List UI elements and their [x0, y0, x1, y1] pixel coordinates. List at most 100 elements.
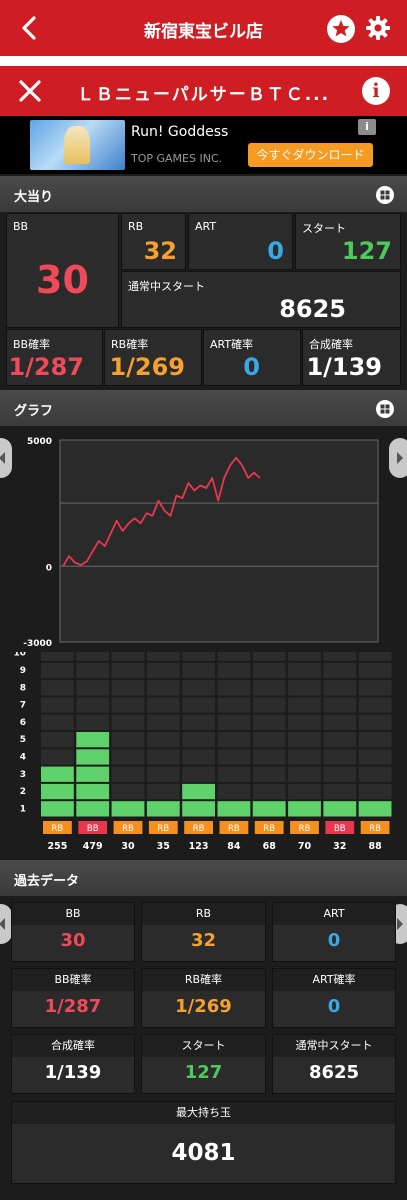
start-label: スタート [302, 222, 346, 235]
ad-info-icon[interactable]: i [358, 119, 376, 135]
past-normal-start-label: 通常中スタート [273, 1035, 395, 1057]
grid-cell [182, 697, 215, 713]
grid-cell [252, 645, 286, 661]
past-total-rate-cell: 合成確率 1/139 [11, 1034, 135, 1094]
total-rate-value: 1/139 [306, 353, 382, 381]
jackpot-section-header: 大当り [0, 176, 407, 212]
games-label: 84 [227, 841, 241, 852]
history-bars: 1 2 3 4 5 6 7 8 9 10 RB 255 BB 479 RB 30 RB 35 RB 123 RB 84 RB… [0, 645, 407, 856]
bb-rate-label: BB確率 [13, 338, 51, 351]
art-rate-value: 0 [243, 353, 260, 381]
grid-cell [111, 732, 145, 748]
jackpot-title: 大当り [14, 190, 54, 205]
grid-cell [111, 697, 145, 713]
grid-cell [252, 783, 286, 800]
grid-cell [323, 645, 357, 661]
history-bar-chart: 12345678910RB255BB479RB30RB35RB123RB84RB… [13, 645, 392, 852]
grid-cell [217, 714, 251, 730]
bar-block [217, 801, 251, 817]
grid-cell [146, 766, 180, 782]
ad-thumbnail[interactable] [30, 120, 125, 170]
normal-start-panel: 通常中スタート 8625 [121, 271, 401, 328]
grid-cell [288, 697, 321, 713]
favorite-star-icon[interactable] [327, 15, 355, 43]
past-max-balls-label: 最大持ち玉 [12, 1102, 395, 1124]
grid-cell [288, 783, 321, 800]
past-bb-rate-value: 1/287 [44, 996, 102, 1017]
past-rb-value: 32 [190, 930, 217, 951]
machine-header: ＬＢニューパルサーＢＴＣ... i [0, 66, 407, 116]
past-rb-label: RB [142, 903, 265, 925]
games-label: 68 [263, 841, 277, 852]
grid-cell [76, 697, 110, 713]
grid-cell [252, 680, 286, 696]
grid-cell [111, 680, 145, 696]
machine-info-icon[interactable]: i [362, 77, 390, 105]
grid-cell [182, 662, 215, 679]
bar-block [323, 801, 357, 817]
y-tick-label: 7 [20, 701, 26, 711]
grid-toggle-icon[interactable] [376, 400, 394, 418]
grid-cell [358, 645, 392, 661]
grid-cell [323, 766, 357, 782]
ad-app-name[interactable]: Run! Goddess [131, 124, 228, 140]
grid-cell [146, 749, 180, 765]
grid-cell [358, 714, 392, 730]
ad-banner[interactable]: Run! Goddess TOP GAMES INC. 今すぐダウンロード i [0, 116, 407, 174]
past-bb-rate-cell: BB確率 1/287 [11, 968, 135, 1028]
grid-cell [146, 783, 180, 800]
grid-cell [288, 714, 321, 730]
grid-cell [76, 680, 110, 696]
bar-block [41, 801, 74, 817]
grid-cell [217, 732, 251, 748]
grid-cell [41, 732, 74, 748]
grid-cell [288, 645, 321, 661]
games-label: 88 [368, 841, 382, 852]
past-rb-cell: RB 32 [141, 902, 266, 962]
past-max-balls-cell: 最大持ち玉 4081 [11, 1101, 396, 1184]
header-gap [0, 56, 407, 66]
normal-start-value: 8625 [279, 295, 346, 323]
bonus-type-label: BB [87, 824, 99, 834]
past-art-rate-value: 0 [327, 996, 341, 1017]
past-art-rate-label: ART確率 [273, 969, 395, 991]
grid-cell [358, 783, 392, 800]
rb-rate-value: 1/269 [109, 353, 185, 381]
grid-cell [182, 714, 215, 730]
art-rate-label: ART確率 [210, 338, 254, 351]
grid-cell [111, 662, 145, 679]
bar-block [41, 783, 74, 800]
ad-download-button[interactable]: 今すぐダウンロード [248, 143, 373, 167]
past-bb-label: BB [12, 903, 134, 925]
bar-block [288, 801, 321, 817]
bonus-type-label: RB [52, 824, 64, 834]
past-total-rate-value: 1/139 [44, 1062, 102, 1083]
next-arrow-icon[interactable] [389, 438, 407, 478]
past-total-rate-label: 合成確率 [12, 1035, 134, 1057]
bonus-type-label: RB [157, 824, 169, 834]
grid-cell [76, 714, 110, 730]
grid-toggle-icon[interactable] [376, 186, 394, 204]
grid-cell [323, 662, 357, 679]
total-rate-panel: 合成確率 1/139 [302, 329, 401, 386]
machine-name: ＬＢニューパルサーＢＴＣ... [76, 85, 331, 105]
grid-cell [182, 732, 215, 748]
grid-cell [358, 680, 392, 696]
grid-cell [323, 697, 357, 713]
grid-cell [358, 662, 392, 679]
past-art-cell: ART 0 [272, 902, 396, 962]
grid-cell [41, 749, 74, 765]
past-data-title: 過去データ [14, 874, 80, 889]
grid-cell [358, 749, 392, 765]
grid-cell [146, 732, 180, 748]
past-art-label: ART [273, 903, 395, 925]
art-panel: ART 0 [188, 213, 293, 270]
prev-arrow-icon[interactable] [0, 438, 12, 478]
bb-value: 30 [36, 258, 89, 302]
close-icon[interactable] [16, 77, 44, 105]
grid-cell [217, 766, 251, 782]
settings-gear-icon[interactable] [364, 14, 392, 42]
bar-block [76, 783, 110, 800]
y-tick-label: 3 [20, 770, 26, 780]
grid-cell [323, 714, 357, 730]
